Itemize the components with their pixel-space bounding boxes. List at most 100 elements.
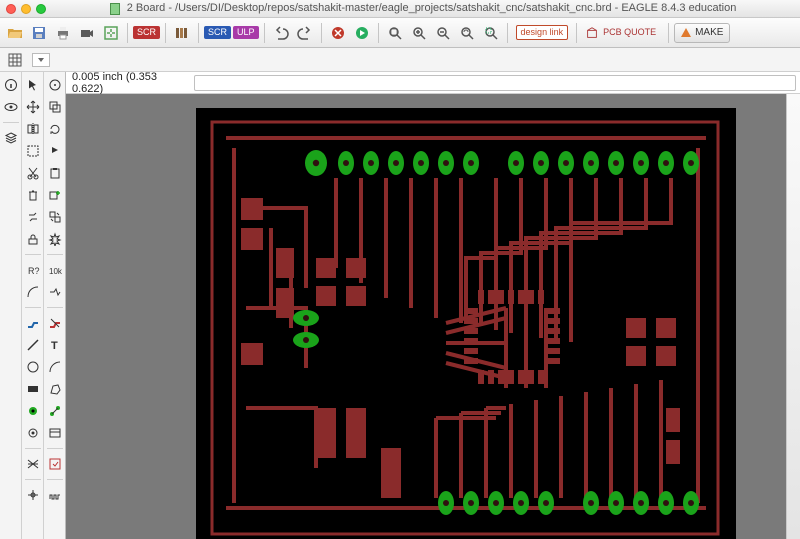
copy-icon[interactable] [46,98,64,116]
library-button[interactable] [171,22,193,44]
make-button-label: MAKE [695,27,723,38]
hole-icon[interactable] [24,424,42,442]
tool-separator [3,122,19,123]
scr-button[interactable]: SCR [133,22,160,44]
scr-blue-button[interactable]: SCR [204,22,231,44]
eye-icon[interactable] [2,98,20,116]
polygon-icon[interactable] [46,380,64,398]
make-button[interactable]: MAKE [674,23,730,43]
group-icon[interactable] [24,142,42,160]
cancel-button[interactable] [327,22,349,44]
tool-separator [25,307,41,308]
undo-button[interactable] [270,22,292,44]
meander-icon[interactable] [46,486,64,504]
show-icon[interactable] [46,76,64,94]
autodesk-icon [681,28,691,37]
miter-icon[interactable] [24,283,42,301]
delete-icon[interactable] [24,186,42,204]
go-button[interactable] [351,22,373,44]
board-canvas[interactable] [66,94,800,539]
value-icon[interactable]: 10k [46,261,64,279]
arc-icon[interactable] [46,358,64,376]
svg-text:T: T [51,340,58,352]
rotate-icon[interactable] [46,120,64,138]
main-area: R? 10k T [0,72,800,539]
toolbar-separator [668,23,669,43]
toolbar-separator [507,23,508,43]
info-icon[interactable] [2,76,20,94]
drc-icon[interactable] [46,455,64,473]
route-icon[interactable] [24,314,42,332]
zoom-out-button[interactable] [432,22,454,44]
close-window-button[interactable] [6,4,16,14]
window-title-text: 2 Board - /Users/DI/Desktop/repos/satsha… [127,2,737,14]
ripup-icon[interactable] [46,314,64,332]
zoom-window-button[interactable] [36,4,46,14]
window-titlebar: 2 Board - /Users/DI/Desktop/repos/satsha… [0,0,800,18]
grid-button[interactable] [4,51,26,69]
signal-icon[interactable] [46,402,64,420]
text-icon[interactable]: T [46,336,64,354]
change-icon[interactable] [46,142,64,160]
zoom-select-button[interactable] [480,22,502,44]
pcb-svg [196,108,736,539]
paste-icon[interactable] [46,164,64,182]
tool-separator [47,307,63,308]
add-icon[interactable] [46,186,64,204]
document-icon [110,3,120,15]
split-icon[interactable] [46,283,64,301]
window-title: 2 Board - /Users/DI/Desktop/repos/satsha… [52,2,794,14]
zoom-fit-button[interactable] [384,22,406,44]
move-icon[interactable] [24,98,42,116]
schematic-switch-button[interactable] [100,22,122,44]
circle-icon[interactable] [24,358,42,376]
wire-icon[interactable] [24,336,42,354]
toolbar-separator [321,23,322,43]
open-button[interactable] [4,22,26,44]
toolbar-separator [576,23,577,43]
toolbox-col-b: 10k T [44,72,66,539]
via-icon[interactable] [24,402,42,420]
tool-separator [47,479,63,480]
lock-icon[interactable] [24,230,42,248]
tool-separator [25,479,41,480]
toolbar-separator [198,23,199,43]
replace-icon[interactable] [46,208,64,226]
cut-icon[interactable] [24,164,42,182]
coordinate-readout: 0.005 inch (0.353 0.622) [70,72,190,95]
name-icon[interactable]: R? [24,261,42,279]
pcb-view[interactable] [196,108,736,539]
tool-separator [25,448,41,449]
left-utility-column [0,72,22,539]
tool-separator [25,254,41,255]
pinswap-icon[interactable] [24,208,42,226]
pcb-quote-button[interactable]: PCB QUOTE [582,22,663,44]
svg-text:R?: R? [28,266,40,276]
main-toolbar: SCR SCR ULP design link PCB QUOTE MAKE [0,18,800,48]
design-link-button[interactable]: design link [513,22,572,44]
svg-text:10k: 10k [49,267,62,276]
smash-icon[interactable] [46,230,64,248]
vertical-scrollbar[interactable] [786,94,800,539]
command-input[interactable] [194,75,796,91]
tool-separator [47,448,63,449]
layers-icon[interactable] [2,129,20,147]
layer-dropdown[interactable] [32,53,50,67]
ratsnest-icon[interactable] [24,455,42,473]
attribute-icon[interactable] [46,424,64,442]
select-icon[interactable] [24,76,42,94]
rect-icon[interactable] [24,380,42,398]
redo-button[interactable] [294,22,316,44]
toolbar-separator [165,23,166,43]
cam-button[interactable] [76,22,98,44]
mark-icon[interactable] [24,486,42,504]
ulp-button[interactable]: ULP [233,22,259,44]
minimize-window-button[interactable] [21,4,31,14]
zoom-redraw-button[interactable] [456,22,478,44]
mirror-icon[interactable] [24,120,42,138]
save-button[interactable] [28,22,50,44]
zoom-in-button[interactable] [408,22,430,44]
toolbar-separator [127,23,128,43]
coordinate-bar: 0.005 inch (0.353 0.622) [66,72,800,94]
print-button[interactable] [52,22,74,44]
